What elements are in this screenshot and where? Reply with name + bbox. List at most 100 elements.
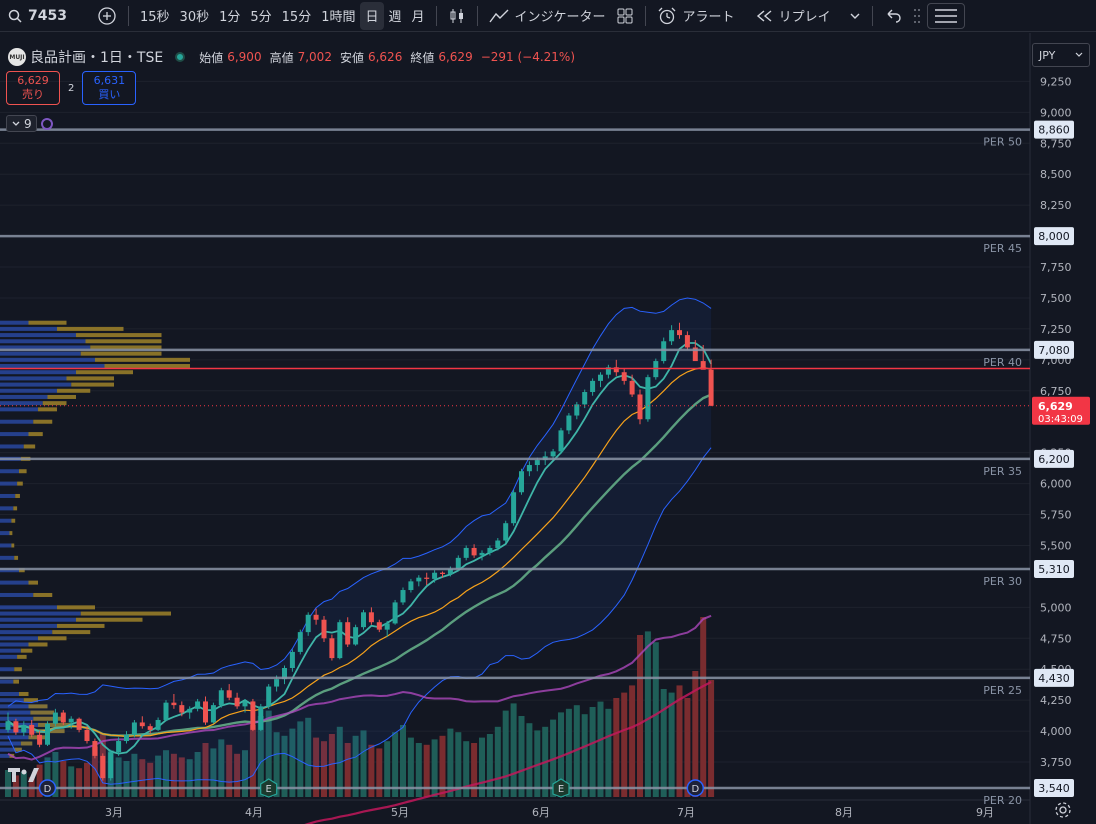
candle-body-0 (5, 721, 11, 730)
candle-body-33 (266, 686, 272, 707)
event-marker-label-2: E (558, 784, 564, 795)
volume-bar-78 (621, 692, 628, 797)
per-price-tag-text-4: 5,310 (1038, 563, 1070, 576)
tradingview-logo[interactable] (8, 765, 40, 789)
volume-bar-64 (510, 703, 517, 797)
vp-bar-blue-26 (0, 555, 15, 560)
candle-body-71 (566, 415, 572, 431)
candle-body-20 (163, 702, 169, 720)
search-icon (8, 9, 22, 23)
replay-dropdown[interactable] (844, 2, 866, 30)
candle-body-55 (440, 572, 445, 574)
symbol-title[interactable]: 良品計画・1日・TSE (30, 47, 163, 67)
currency-select[interactable]: JPY (1032, 43, 1090, 67)
y-tick-label-2: 8,750 (1040, 137, 1072, 150)
volume-bar-56 (447, 728, 454, 797)
vp-bar-blue-21 (0, 493, 16, 498)
vp-bar-blue-5 (0, 351, 81, 356)
per-level-label-0: PER 50 (983, 136, 1022, 149)
interval-2[interactable]: 1分 (214, 2, 245, 30)
undo-button[interactable] (879, 2, 907, 30)
volume-bar-82 (652, 642, 659, 797)
candle-body-5 (45, 723, 50, 745)
vp-bar-blue-0 (0, 320, 29, 325)
candle-body-51 (408, 581, 414, 591)
vp-bar-gold-21 (15, 493, 20, 498)
chart-container[interactable]: 9,250 9,000 8,750 8,500 8,250 7,750 7,500 7,250… (0, 33, 1096, 824)
vp-bar-blue-38 (0, 654, 18, 659)
interval-5[interactable]: 1時間 (316, 2, 360, 30)
chevron-down-icon (850, 13, 860, 19)
candle-body-85 (677, 330, 682, 336)
alert-button[interactable]: アラート (652, 2, 740, 30)
volume-bar-79 (629, 685, 636, 797)
x-tick-label-4: 7月 (677, 806, 695, 819)
chart-type-button[interactable] (443, 2, 471, 30)
close-value: 6,629 (438, 50, 473, 64)
vp-bar-blue-17 (0, 444, 24, 449)
x-tick-label-1: 4月 (245, 806, 263, 819)
y-tick-label-0: 9,250 (1040, 75, 1072, 88)
drag-handle[interactable] (907, 2, 927, 30)
market-status-icon[interactable] (175, 52, 186, 62)
candle-body-13 (108, 752, 114, 779)
menu-button[interactable] (926, 2, 965, 29)
volume-bar-83 (660, 689, 667, 797)
symbol-search-button[interactable]: 7453 (0, 2, 92, 30)
replay-button[interactable]: リプレイ (750, 2, 836, 30)
vp-bar-blue-34 (0, 630, 53, 635)
candle-body-43 (345, 622, 351, 645)
vp-bar-gold-15 (33, 419, 53, 424)
indicator-color-icon[interactable] (40, 117, 53, 130)
replay-label: リプレイ (778, 10, 831, 25)
grid-icon (617, 8, 633, 23)
candle-body-15 (124, 734, 129, 742)
vp-bar-gold-3 (85, 339, 162, 344)
drag-dots-icon (913, 8, 920, 23)
candle-body-34 (274, 679, 280, 687)
compare-symbol-button[interactable] (92, 2, 122, 30)
y-tick-label-19: 3,750 (1040, 756, 1072, 769)
layouts-button[interactable] (611, 2, 639, 30)
vp-bar-blue-3 (0, 339, 86, 344)
buy-button[interactable]: 6,631 買い (82, 71, 137, 105)
vp-bar-gold-39 (14, 667, 22, 672)
vp-bar-blue-9 (0, 376, 67, 381)
vp-bar-gold-25 (11, 543, 15, 548)
interval-6[interactable]: 日 (360, 1, 384, 30)
volume-bar-76 (605, 708, 612, 797)
y-tick-label-15: 4,750 (1040, 632, 1072, 645)
interval-8[interactable]: 月 (407, 2, 430, 30)
gear-icon (1055, 802, 1071, 818)
candles-icon (450, 8, 463, 23)
candle-body-39 (313, 614, 319, 620)
sell-price: 6,629 (17, 74, 49, 87)
indicators-collapse-button[interactable]: 9 (6, 115, 37, 132)
interval-0[interactable]: 15秒 (135, 2, 175, 30)
interval-1[interactable]: 30秒 (175, 2, 215, 30)
interval-7[interactable]: 週 (384, 2, 407, 30)
interval-3[interactable]: 5分 (245, 2, 276, 30)
vp-bar-gold-31 (80, 611, 171, 616)
candle-body-12 (100, 755, 106, 779)
y-tick-label-13: 5,500 (1040, 539, 1072, 552)
candle-body-57 (455, 557, 461, 569)
volume-bar-50 (400, 725, 406, 797)
vp-bar-blue-23 (0, 518, 12, 523)
indicators-button[interactable]: インジケーター (484, 2, 611, 30)
price-chart[interactable]: 9,250 9,000 8,750 8,500 8,250 7,750 7,500 7,250… (0, 33, 1096, 824)
vp-bar-blue-41 (0, 691, 19, 696)
x-tick-label-6: 9月 (976, 806, 994, 819)
candle-body-78 (621, 372, 627, 381)
candle-body-79 (629, 380, 635, 395)
candle-body-18 (147, 726, 153, 730)
candle-body-25 (203, 701, 208, 723)
alert-label: アラート (682, 10, 735, 25)
volume-bar-73 (581, 714, 588, 797)
vp-bar-gold-28 (28, 580, 38, 585)
candle-body-3 (29, 724, 35, 735)
interval-4[interactable]: 15分 (277, 2, 317, 30)
chart-settings-button[interactable] (1054, 801, 1072, 819)
candle-body-66 (526, 465, 532, 472)
sell-button[interactable]: 6,629 売り (6, 71, 60, 105)
